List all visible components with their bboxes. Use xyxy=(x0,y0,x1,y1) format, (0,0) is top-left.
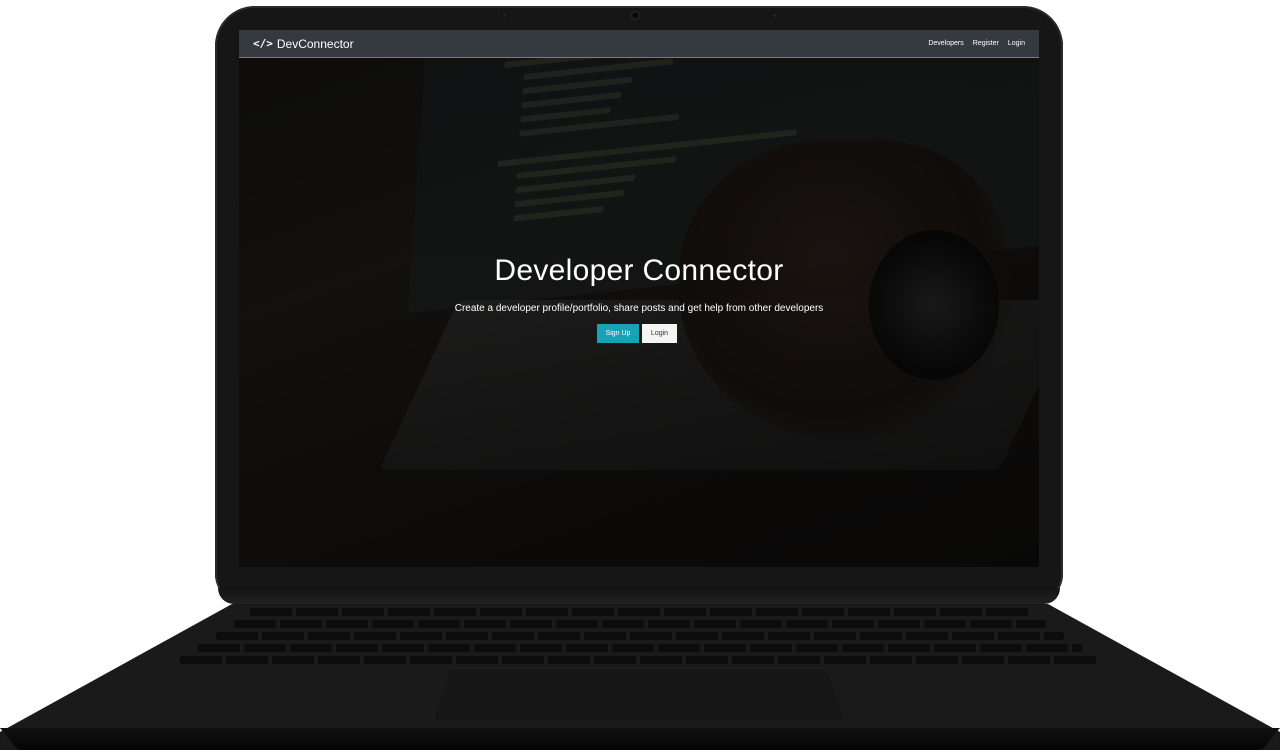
brand-label: DevConnector xyxy=(276,36,354,51)
sensor-dot xyxy=(503,14,506,17)
code-icon: </> xyxy=(253,37,273,50)
landing-title: Developer Connector xyxy=(494,254,784,287)
nav-link-developers[interactable]: Developers xyxy=(928,40,963,47)
sensor-dot xyxy=(773,14,776,17)
nav-link-login[interactable]: Login xyxy=(1008,40,1025,47)
sign-up-button[interactable]: Sign Up xyxy=(597,324,639,343)
trackpad xyxy=(434,668,844,720)
keyboard-row xyxy=(250,608,1030,616)
browser-viewport: </> DevConnector Developers Register Log… xyxy=(239,30,1039,567)
keyboard-row xyxy=(198,644,1082,652)
laptop-front-edge xyxy=(0,728,1280,750)
keyboard-row xyxy=(216,632,1064,640)
webcam-icon xyxy=(632,12,639,19)
keyboard-row xyxy=(234,620,1046,628)
laptop-bezel-chin xyxy=(218,588,1060,604)
landing-lead: Create a developer profile/portfolio, sh… xyxy=(454,303,824,314)
nav-links: Developers Register Login xyxy=(928,40,1025,47)
nav-link-register[interactable]: Register xyxy=(973,40,999,47)
keyboard-row xyxy=(180,656,1100,664)
navbar: </> DevConnector Developers Register Log… xyxy=(239,30,1039,58)
login-button[interactable]: Login xyxy=(642,324,677,343)
landing-section: Developer Connector Create a developer p… xyxy=(239,30,1039,567)
brand-link[interactable]: </> DevConnector xyxy=(253,37,354,51)
